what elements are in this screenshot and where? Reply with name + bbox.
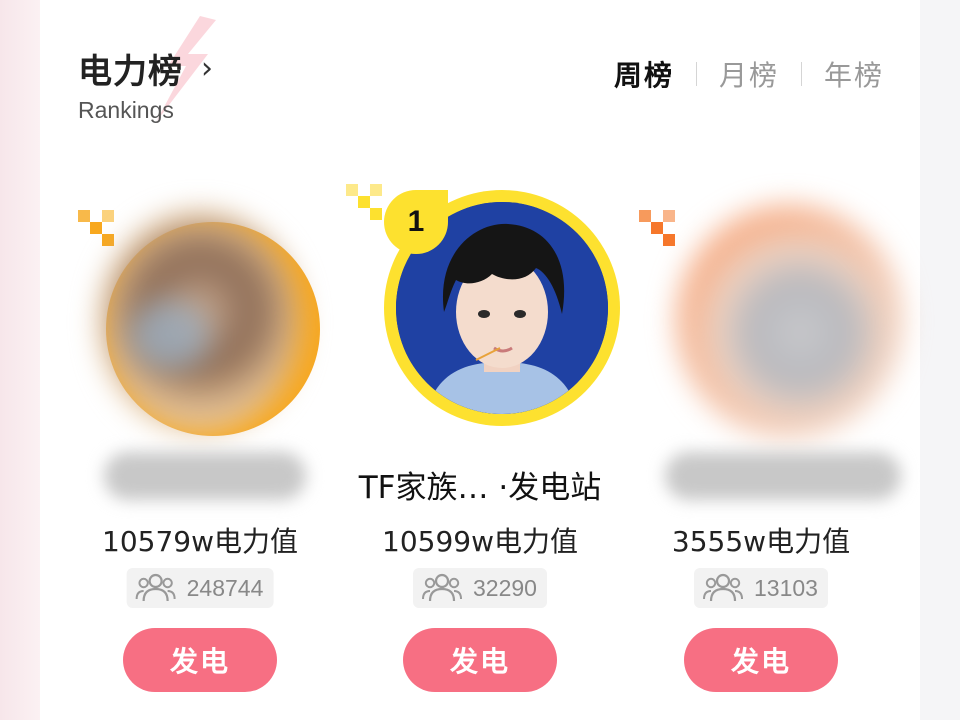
avatar-area [621,180,901,436]
name-redacted [104,452,306,500]
avatar-detail [130,300,210,370]
rankings-card: 电力榜 › Rankings 周榜 月榜 年榜 10579w电力值 248744… [40,0,920,720]
rankings-title-block[interactable]: 电力榜 › Rankings [78,16,216,124]
right-backdrop [920,0,960,720]
name-redacted [665,452,901,500]
page-subtitle: Rankings [78,97,174,123]
rank-badge: 1 [384,190,448,254]
ranking-item-2[interactable]: 10579w电力值 248744 发电 [60,180,340,692]
period-tabs: 周榜 月榜 年榜 [614,54,884,94]
tab-monthly[interactable]: 月榜 [719,54,779,94]
users-icon [135,573,176,602]
charge-button[interactable]: 发电 [403,628,557,692]
chevron-right-icon[interactable]: › [201,51,214,86]
fans-count-badge: 32290 [413,568,547,608]
tab-divider [695,62,697,86]
tab-yearly[interactable]: 年榜 [824,54,884,94]
power-value: 10599w电力值 [382,525,578,558]
fans-count-badge: 248744 [126,568,274,608]
ranking-item-3[interactable]: 3555w电力值 13103 发电 [621,180,901,692]
users-icon [422,573,463,602]
page-title-text: 电力榜 [78,52,183,92]
avatar[interactable] [677,206,901,436]
power-value: 10579w电力值 [102,525,298,558]
ranking-item-1[interactable]: 1 TF家族… ·发电站 10599w电力值 32290 发电 [340,180,620,692]
users-icon [703,573,744,602]
page-title: 电力榜 › [78,44,214,93]
ranking-name: TF家族… ·发电站 [358,470,602,506]
charge-button[interactable]: 发电 [684,628,838,692]
avatar-area [60,180,340,436]
left-backdrop [0,0,40,720]
power-value: 3555w电力值 [671,525,851,558]
avatar-area: 1 [340,180,620,430]
fans-count-badge: 13103 [694,568,828,608]
fans-count: 32290 [473,574,537,601]
tab-weekly[interactable]: 周榜 [614,54,674,94]
fans-count: 13103 [754,574,818,601]
charge-button[interactable]: 发电 [123,628,277,692]
tab-divider [800,62,802,86]
fans-count: 248744 [186,574,264,601]
